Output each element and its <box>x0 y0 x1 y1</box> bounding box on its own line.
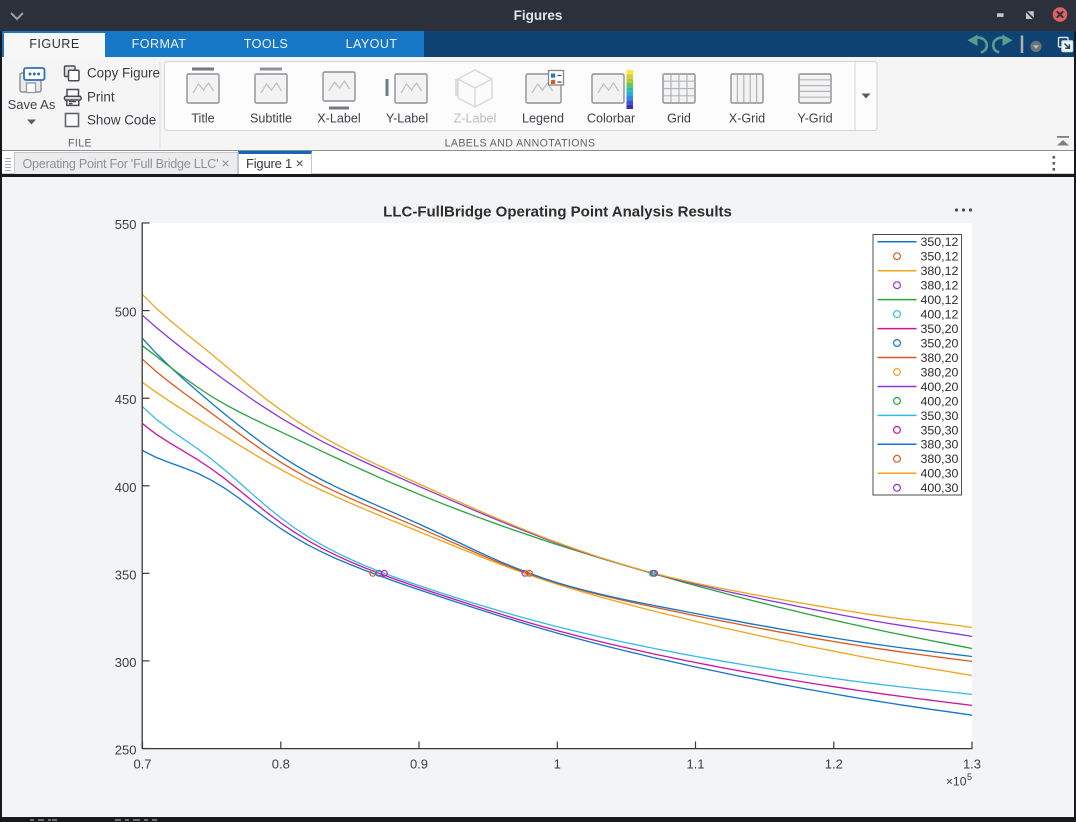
svg-text:Show Code: Show Code <box>87 113 156 128</box>
svg-text:300: 300 <box>115 655 137 670</box>
svg-text:X-Grid: X-Grid <box>729 112 765 126</box>
svg-text:380,30: 380,30 <box>921 438 959 452</box>
svg-text:350,20: 350,20 <box>921 322 959 336</box>
svg-text:350: 350 <box>115 567 137 582</box>
svg-text:×10: ×10 <box>946 775 967 789</box>
svg-text:1.3: 1.3 <box>963 756 981 771</box>
svg-text:1.2: 1.2 <box>825 756 843 771</box>
svg-text:Title: Title <box>191 112 214 126</box>
svg-text:Save As: Save As <box>8 97 56 112</box>
svg-text:350,12: 350,12 <box>921 235 959 249</box>
svg-text:380,12: 380,12 <box>921 264 959 278</box>
svg-text:380,20: 380,20 <box>921 351 959 365</box>
svg-text:500: 500 <box>115 305 137 320</box>
svg-text:0.7: 0.7 <box>133 756 151 771</box>
svg-text:450: 450 <box>115 392 137 407</box>
svg-text:Y-Label: Y-Label <box>386 112 428 126</box>
svg-text:350,12: 350,12 <box>921 250 959 264</box>
svg-text:Subtitle: Subtitle <box>250 112 292 126</box>
svg-text:380,30: 380,30 <box>921 452 959 466</box>
svg-text:350,30: 350,30 <box>921 409 959 423</box>
svg-text:1.1: 1.1 <box>686 756 704 771</box>
svg-text:0.9: 0.9 <box>410 756 428 771</box>
svg-text:1: 1 <box>554 756 561 771</box>
svg-text:400,12: 400,12 <box>921 293 959 307</box>
svg-text:FILE: FILE <box>68 138 92 150</box>
svg-text:550: 550 <box>115 217 137 232</box>
svg-text:Y-Grid: Y-Grid <box>797 112 832 126</box>
svg-text:350,20: 350,20 <box>921 336 959 350</box>
svg-text:Legend: Legend <box>522 112 564 126</box>
svg-text:350,30: 350,30 <box>921 423 959 437</box>
svg-text:Copy Figure: Copy Figure <box>87 66 160 81</box>
svg-text:5: 5 <box>967 772 972 782</box>
svg-text:400,20: 400,20 <box>921 380 959 394</box>
svg-text:LLC-FullBridge Operating Point: LLC-FullBridge Operating Point Analysis … <box>383 204 732 221</box>
svg-text:Print: Print <box>87 90 115 105</box>
svg-text:X-Label: X-Label <box>317 112 360 126</box>
svg-text:400,20: 400,20 <box>921 394 959 408</box>
svg-text:LABELS AND ANNOTATIONS: LABELS AND ANNOTATIONS <box>445 138 596 150</box>
svg-text:380,20: 380,20 <box>921 365 959 379</box>
svg-text:250: 250 <box>115 743 137 758</box>
svg-text:400,30: 400,30 <box>921 481 959 495</box>
svg-text:Grid: Grid <box>667 112 691 126</box>
svg-text:Z-Label: Z-Label <box>454 112 497 126</box>
svg-text:400,30: 400,30 <box>921 467 959 481</box>
svg-text:400: 400 <box>115 480 137 495</box>
svg-text:400,12: 400,12 <box>921 308 959 322</box>
svg-text:0.8: 0.8 <box>272 756 290 771</box>
svg-text:Colorbar: Colorbar <box>587 112 635 126</box>
svg-text:380,12: 380,12 <box>921 279 959 293</box>
